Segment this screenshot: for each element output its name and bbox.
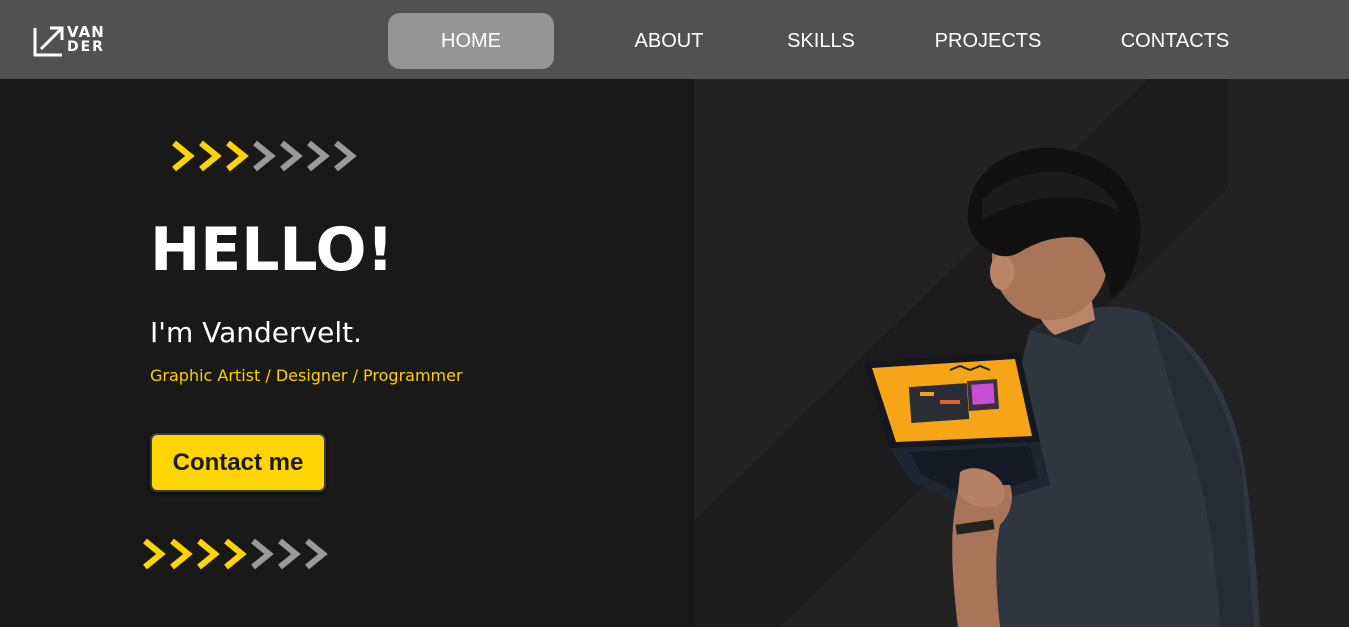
- page: VAN DER HOME ABOUT SKILLS PROJECTS CONTA…: [0, 0, 1349, 627]
- nav-skills[interactable]: SKILLS: [766, 13, 876, 69]
- nav-contacts[interactable]: CONTACTS: [1105, 13, 1245, 69]
- nav-projects[interactable]: PROJECTS: [918, 13, 1058, 69]
- chevron-right-icon: [172, 140, 195, 172]
- navbar: VAN DER HOME ABOUT SKILLS PROJECTS CONTA…: [0, 0, 1349, 79]
- nav-about[interactable]: ABOUT: [614, 13, 724, 69]
- chevron-right-icon: [253, 140, 276, 172]
- chevron-right-icon: [278, 538, 301, 570]
- logo-text-line1: VAN: [67, 23, 105, 41]
- contact-me-button[interactable]: Contact me: [150, 433, 326, 492]
- portrait-laptop: [864, 352, 1050, 510]
- hero-name: I'm Vandervelt.: [150, 316, 362, 349]
- chevron-right-icon: [170, 538, 193, 570]
- decorative-arrows-top: [172, 140, 357, 172]
- hero-title: HELLO!: [150, 215, 394, 285]
- chevron-right-icon: [197, 538, 220, 570]
- logo-text-line2: DER: [67, 39, 105, 55]
- nav-home[interactable]: HOME: [388, 13, 554, 69]
- logo[interactable]: VAN DER: [33, 24, 108, 58]
- chevron-right-icon: [307, 140, 330, 172]
- chevron-right-icon: [226, 140, 249, 172]
- chevron-right-icon: [280, 140, 303, 172]
- logo-arrow-icon: [33, 26, 64, 57]
- decorative-arrows-bottom: [143, 538, 328, 570]
- portrait-image: [864, 147, 1260, 627]
- chevron-right-icon: [143, 538, 166, 570]
- chevron-right-icon: [224, 538, 247, 570]
- hero-roles: Graphic Artist / Designer / Programmer: [150, 366, 463, 385]
- chevron-right-icon: [199, 140, 222, 172]
- chevron-right-icon: [305, 538, 328, 570]
- chevron-right-icon: [251, 538, 274, 570]
- chevron-right-icon: [334, 140, 357, 172]
